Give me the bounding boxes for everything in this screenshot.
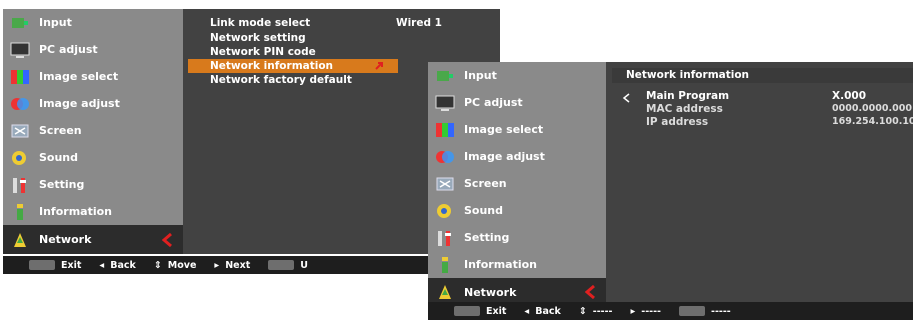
- info-value-main-program: X.000: [832, 90, 867, 102]
- menu-item-label: Information: [39, 205, 112, 218]
- screen-icon: [434, 174, 456, 194]
- information-icon: [9, 202, 31, 222]
- selection-arrow-icon: [584, 284, 596, 300]
- input-icon: [9, 13, 31, 33]
- setting-icon: [434, 228, 456, 248]
- menu-item-image-adjust[interactable]: Image adjust: [428, 143, 606, 170]
- image-select-icon: [9, 67, 31, 87]
- menu-item-sound[interactable]: Sound: [428, 197, 606, 224]
- submenu-item-network-factory-default[interactable]: Network factory default: [210, 73, 410, 87]
- image-select-icon: [434, 120, 456, 140]
- back-hint: ◂ Back: [524, 305, 561, 317]
- left-menu: Input PC adjust Image select Image adjus…: [3, 9, 183, 254]
- link-mode-value: Wired 1: [396, 17, 442, 29]
- enter-arrow-icon: [374, 61, 384, 73]
- menu-item-image-select[interactable]: Image select: [428, 116, 606, 143]
- sound-icon: [434, 201, 456, 221]
- network-information-panel: Network information Main Program X.000 M…: [612, 62, 913, 306]
- menu-item-input[interactable]: Input: [428, 62, 606, 89]
- right-arrow-icon: ▸: [630, 305, 636, 317]
- back-chevron-icon: [622, 88, 630, 107]
- next-hint: ▸ Next: [214, 259, 251, 271]
- move-hint: ⇕ Move: [153, 259, 197, 271]
- screen-icon: [9, 121, 31, 141]
- menu-item-label: Sound: [39, 151, 79, 164]
- network-icon: [9, 230, 31, 250]
- menu-key-icon: [454, 306, 480, 316]
- more-hint: U: [268, 260, 308, 271]
- menu-item-pc-adjust[interactable]: PC adjust: [428, 89, 606, 116]
- menu-item-input[interactable]: Input: [3, 9, 183, 36]
- left-bottombar: Exit ◂ Back ⇕ Move ▸ Next U: [3, 256, 500, 274]
- exit-hint: Exit: [29, 260, 81, 271]
- panel-title: Network information: [612, 68, 913, 83]
- menu-item-screen[interactable]: Screen: [428, 170, 606, 197]
- back-hint: ◂ Back: [99, 259, 136, 271]
- menu-item-image-select[interactable]: Image select: [3, 63, 183, 90]
- selection-arrow-icon: [161, 232, 173, 248]
- next-hint: ▸ -----: [630, 305, 662, 317]
- info-row-main-program: Main Program: [646, 90, 730, 102]
- extra-hint: -----: [679, 306, 731, 317]
- exit-hint: Exit: [454, 306, 506, 317]
- menu-item-label: Image select: [39, 70, 119, 83]
- pc-adjust-icon: [434, 93, 456, 113]
- left-arrow-icon: ◂: [99, 259, 105, 271]
- select-key-icon: [679, 306, 705, 316]
- information-icon: [434, 255, 456, 275]
- menu-item-label: Screen: [39, 124, 82, 137]
- submenu-item-network-setting[interactable]: Network setting: [210, 31, 370, 45]
- info-row-mac-address: MAC address: [646, 103, 723, 115]
- menu-item-label: Setting: [39, 178, 85, 191]
- menu-item-label: Input: [39, 16, 72, 29]
- up-down-arrow-icon: ⇕: [153, 259, 162, 271]
- submenu-item-link-mode-select[interactable]: Link mode select Wired 1: [210, 16, 490, 30]
- network-icon: [434, 282, 456, 302]
- menu-item-image-adjust[interactable]: Image adjust: [3, 90, 183, 117]
- menu-item-setting[interactable]: Setting: [3, 171, 183, 198]
- image-adjust-icon: [434, 147, 456, 167]
- right-arrow-icon: ▸: [214, 259, 220, 271]
- menu-item-screen[interactable]: Screen: [3, 117, 183, 144]
- pc-adjust-icon: [9, 40, 31, 60]
- menu-item-label: PC adjust: [39, 43, 98, 56]
- info-value-ip-address: 169.254.100.10: [832, 116, 913, 127]
- info-value-mac-address: 0000.0000.000: [832, 103, 912, 114]
- sound-icon: [9, 148, 31, 168]
- select-key-icon: [268, 260, 295, 270]
- image-adjust-icon: [9, 94, 31, 114]
- menu-item-sound[interactable]: Sound: [3, 144, 183, 171]
- menu-item-network[interactable]: Network: [3, 225, 183, 254]
- menu-item-pc-adjust[interactable]: PC adjust: [3, 36, 183, 63]
- right-menu: Input PC adjust Image select Image adjus…: [428, 62, 606, 306]
- submenu-item-network-pin-code[interactable]: Network PIN code: [210, 45, 370, 59]
- left-arrow-icon: ◂: [524, 305, 530, 317]
- menu-item-information[interactable]: Information: [428, 251, 606, 278]
- submenu-item-network-information[interactable]: Network information: [188, 59, 398, 73]
- menu-item-label: Network: [39, 233, 92, 246]
- right-bottombar: Exit ◂ Back ⇕ ----- ▸ ----- -----: [428, 302, 913, 320]
- info-row-ip-address: IP address: [646, 116, 709, 128]
- menu-item-information[interactable]: Information: [3, 198, 183, 225]
- setting-icon: [9, 175, 31, 195]
- menu-item-label: Image adjust: [39, 97, 120, 110]
- menu-key-icon: [29, 260, 55, 270]
- menu-item-setting[interactable]: Setting: [428, 224, 606, 251]
- up-down-arrow-icon: ⇕: [578, 305, 587, 317]
- move-hint: ⇕ -----: [578, 305, 613, 317]
- input-icon: [434, 66, 456, 86]
